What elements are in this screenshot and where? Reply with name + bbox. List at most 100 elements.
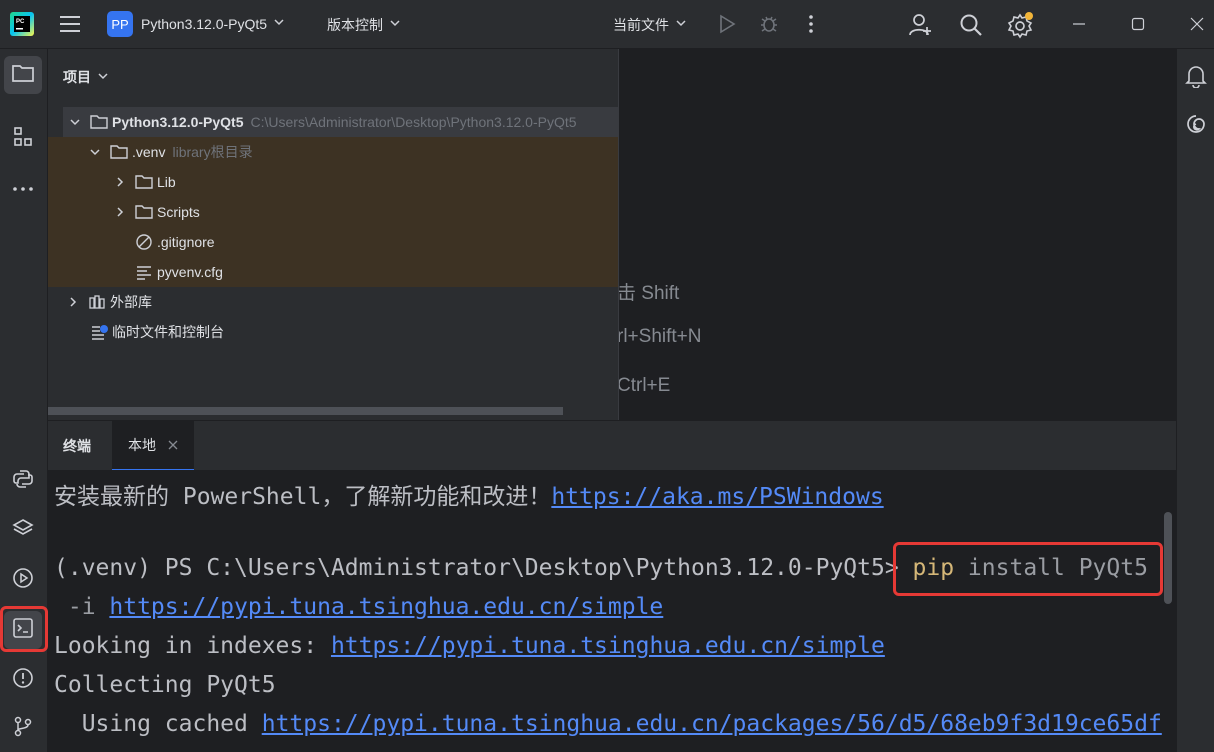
folder-icon [134, 172, 154, 192]
close-icon[interactable] [1190, 17, 1204, 31]
close-tab-icon[interactable] [168, 437, 178, 453]
folder-icon [89, 112, 109, 132]
warning-circle-icon [12, 667, 34, 694]
terminal-button-highlight [0, 606, 48, 652]
folder-icon [134, 202, 154, 222]
more-horizontal-icon [12, 180, 34, 198]
project-name: Python3.12.0-PyQt5 [141, 16, 268, 32]
python-packages-button[interactable] [4, 511, 42, 549]
project-horizontal-scrollbar[interactable] [48, 407, 563, 415]
structure-icon [12, 126, 34, 153]
run-config-selector[interactable]: 当前文件 [613, 15, 687, 35]
main-menu-icon[interactable] [58, 13, 82, 35]
chevron-right-icon [112, 204, 128, 220]
terminal-line: Looking in indexes: https://pypi.tuna.ts… [54, 633, 885, 659]
right-tool-window-bar [1176, 49, 1214, 752]
tree-label: Lib [157, 174, 176, 190]
pycharm-logo-icon[interactable]: PC [10, 12, 34, 36]
terminal-line: -i https://pypi.tuna.tsinghua.edu.cn/sim… [54, 594, 663, 620]
project-tool-button[interactable] [4, 56, 42, 94]
tree-item-lib[interactable]: Lib [48, 167, 618, 197]
chevron-right-icon [65, 294, 81, 310]
terminal-link[interactable]: https://aka.ms/PSWindows [551, 484, 883, 510]
problems-button[interactable] [4, 661, 42, 699]
line-text: Looking in indexes: [54, 633, 331, 659]
line-text: Collecting PyQt5 [54, 672, 276, 698]
command-flag: -i [54, 594, 110, 620]
tree-label: .venv [132, 144, 166, 160]
tree-hint: library根目录 [172, 144, 253, 160]
python-console-button[interactable] [4, 462, 42, 500]
pip-command-highlight [893, 542, 1163, 596]
tree-label: Python3.12.0-PyQt5 [112, 114, 244, 130]
editor-hint: Ctrl+E [618, 375, 671, 396]
debug-icon[interactable] [758, 13, 780, 35]
chevron-down-icon [675, 16, 687, 34]
terminal-link[interactable]: https://pypi.tuna.tsinghua.edu.cn/simple [331, 633, 885, 659]
structure-tool-button[interactable] [4, 120, 42, 158]
chevron-down-icon [273, 15, 285, 33]
tree-item-project-root[interactable]: Python3.12.0-PyQt5 C:\Users\Administrato… [63, 107, 618, 137]
tree-item-gitignore[interactable]: .gitignore [48, 227, 618, 257]
tree-item-scripts[interactable]: Scripts [48, 197, 618, 227]
project-panel-header[interactable]: 项目 [63, 67, 109, 87]
project-panel: 项目 Python3.12.0-PyQt5 C:\Users\Administr… [48, 49, 618, 420]
search-icon[interactable] [958, 12, 984, 38]
more-tools-button[interactable] [4, 170, 42, 208]
tree-label: Scripts [157, 204, 200, 220]
more-actions-icon[interactable] [803, 13, 819, 35]
python-icon [12, 468, 34, 495]
tree-label: 临时文件和控制台 [112, 324, 224, 340]
tree-item-venv[interactable]: .venv library根目录 [48, 137, 618, 167]
git-branch-icon [12, 715, 34, 742]
git-button[interactable] [4, 709, 42, 747]
terminal-line: Using cached https://pypi.tuna.tsinghua.… [54, 711, 1162, 737]
services-button[interactable] [4, 561, 42, 599]
terminal-link[interactable]: https://pypi.tuna.tsinghua.edu.cn/simple [109, 594, 663, 620]
line-text: Using cached [54, 711, 262, 737]
chevron-down-icon [97, 69, 109, 85]
chevron-right-icon [112, 174, 128, 190]
editor-empty-area: 击 Shift rl+Shift+N Ctrl+E [618, 49, 1176, 420]
tab-local[interactable]: 本地 [112, 421, 194, 471]
scratch-file-icon [89, 322, 109, 342]
chevron-down-icon [87, 144, 103, 160]
ignore-file-icon [134, 232, 154, 252]
terminal-line: 安装最新的 PowerShell，了解新功能和改进！https://aka.ms… [54, 477, 884, 511]
tree-item-pyvenv-cfg[interactable]: pyvenv.cfg [48, 257, 618, 287]
terminal-tab-bar: 终端 本地 [48, 420, 1176, 471]
run-circle-icon [12, 567, 34, 594]
notifications-bell-icon[interactable] [1185, 64, 1207, 93]
minimize-icon[interactable] [1072, 17, 1086, 31]
library-icon [87, 292, 107, 312]
layers-icon [12, 517, 34, 544]
vcs-menu[interactable]: 版本控制 [327, 15, 401, 35]
maximize-icon[interactable] [1131, 17, 1145, 31]
chevron-down-icon [389, 16, 401, 34]
terminal-title: 终端 [63, 438, 91, 454]
project-switcher[interactable]: PP Python3.12.0-PyQt5 [107, 11, 285, 37]
tree-hint: C:\Users\Administrator\Desktop\Python3.1… [250, 114, 577, 130]
svg-text:PC: PC [16, 19, 25, 25]
tree-label: pyvenv.cfg [157, 264, 223, 280]
terminal-output[interactable]: 安装最新的 PowerShell，了解新功能和改进！https://aka.ms… [48, 470, 1176, 752]
terminal-scrollbar[interactable] [1164, 512, 1172, 604]
tree-item-scratches[interactable]: 临时文件和控制台 [48, 317, 618, 347]
terminal-link[interactable]: https://pypi.tuna.tsinghua.edu.cn/packag… [262, 711, 1162, 737]
tree-item-external-libraries[interactable]: 外部库 [48, 287, 618, 317]
chevron-down-icon [67, 114, 83, 130]
vcs-label: 版本控制 [327, 17, 383, 33]
editor-hint: 击 Shift [618, 283, 680, 304]
folder-icon [109, 142, 129, 162]
run-config-label: 当前文件 [613, 17, 669, 33]
ai-assistant-icon[interactable] [1185, 112, 1207, 141]
add-user-icon[interactable] [908, 12, 934, 38]
folder-icon [11, 62, 35, 89]
run-icon[interactable] [716, 13, 738, 35]
tree-label: 外部库 [110, 294, 152, 310]
shell-prompt: (.venv) PS C:\Users\Administrator\Deskto… [54, 555, 913, 581]
tab-label: 本地 [128, 437, 156, 453]
line-text: 安装最新的 PowerShell，了解新功能和改进！ [54, 484, 552, 510]
tree-label: .gitignore [157, 234, 215, 250]
settings-gear-icon[interactable] [1007, 11, 1035, 39]
